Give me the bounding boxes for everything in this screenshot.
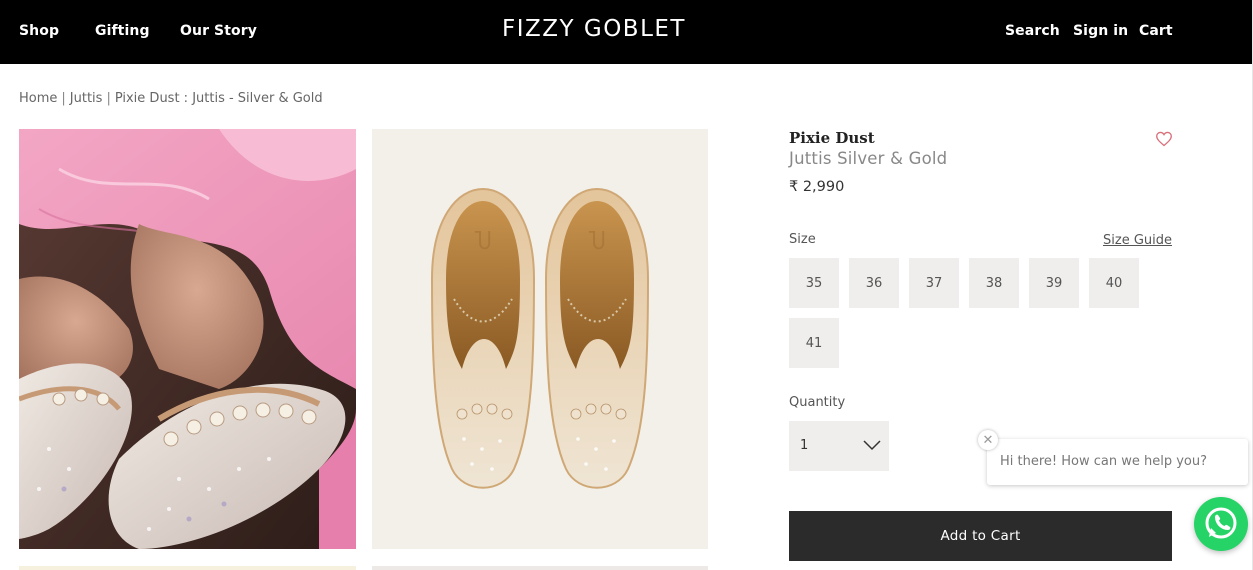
brand-logo[interactable]: FIZZY GOBLET [502,16,686,42]
size-option-41[interactable]: 41 [789,318,839,368]
close-icon[interactable]: ✕ [978,430,998,450]
breadcrumb-separator: | [61,91,66,106]
size-option-39[interactable]: 39 [1029,258,1079,308]
size-guide-link[interactable]: Size Guide [1103,233,1172,248]
product-subtitle: Juttis Silver & Gold [789,149,948,168]
size-option-36[interactable]: 36 [849,258,899,308]
breadcrumb-separator: | [106,91,111,106]
quantity-value: 1 [800,438,809,453]
product-image-pair[interactable]: Ⴎ Ⴎ [372,129,708,549]
breadcrumb-juttis[interactable]: Juttis [70,91,103,106]
size-label: Size [789,232,816,247]
nav-sign-in[interactable]: Sign in [1073,23,1128,39]
breadcrumb: Home | Juttis | Pixie Dust : Juttis - Silver… [19,91,323,106]
product-price: ₹ 2,990 [789,179,845,195]
product-image-lifestyle[interactable] [19,129,356,549]
heart-icon[interactable] [1155,131,1173,147]
chat-message: Hi there! How can we help you? [1000,454,1208,469]
whatsapp-button[interactable] [1194,497,1248,551]
size-option-40[interactable]: 40 [1089,258,1139,308]
svg-text:Ⴎ: Ⴎ [474,230,491,255]
quantity-label: Quantity [789,395,846,410]
chevron-down-icon [863,440,881,451]
product-image-thumbnail[interactable] [372,566,708,570]
site-header: Shop Gifting Our Story FIZZY GOBLET Sear… [0,0,1253,64]
size-option-37[interactable]: 37 [909,258,959,308]
whatsapp-icon [1205,507,1237,539]
size-option-35[interactable]: 35 [789,258,839,308]
product-image-thumbnail[interactable] [19,566,356,570]
left-jutti: Ⴎ [430,187,536,489]
lifestyle-photo [19,129,356,549]
breadcrumb-current: Pixie Dust : Juttis - Silver & Gold [114,91,323,106]
nav-search[interactable]: Search [1005,23,1060,39]
nav-cart[interactable]: Cart [1139,23,1173,39]
quantity-select[interactable]: 1 [789,421,889,471]
breadcrumb-home[interactable]: Home [19,91,57,106]
size-option-38[interactable]: 38 [969,258,1019,308]
right-jutti: Ⴎ [544,187,650,489]
product-title: Pixie Dust [789,129,875,147]
product-pair-photo: Ⴎ Ⴎ [372,129,708,549]
add-to-cart-button[interactable]: Add to Cart [789,511,1172,561]
svg-text:Ⴎ: Ⴎ [588,230,605,255]
chat-popup[interactable]: Hi there! How can we help you? [987,439,1248,485]
